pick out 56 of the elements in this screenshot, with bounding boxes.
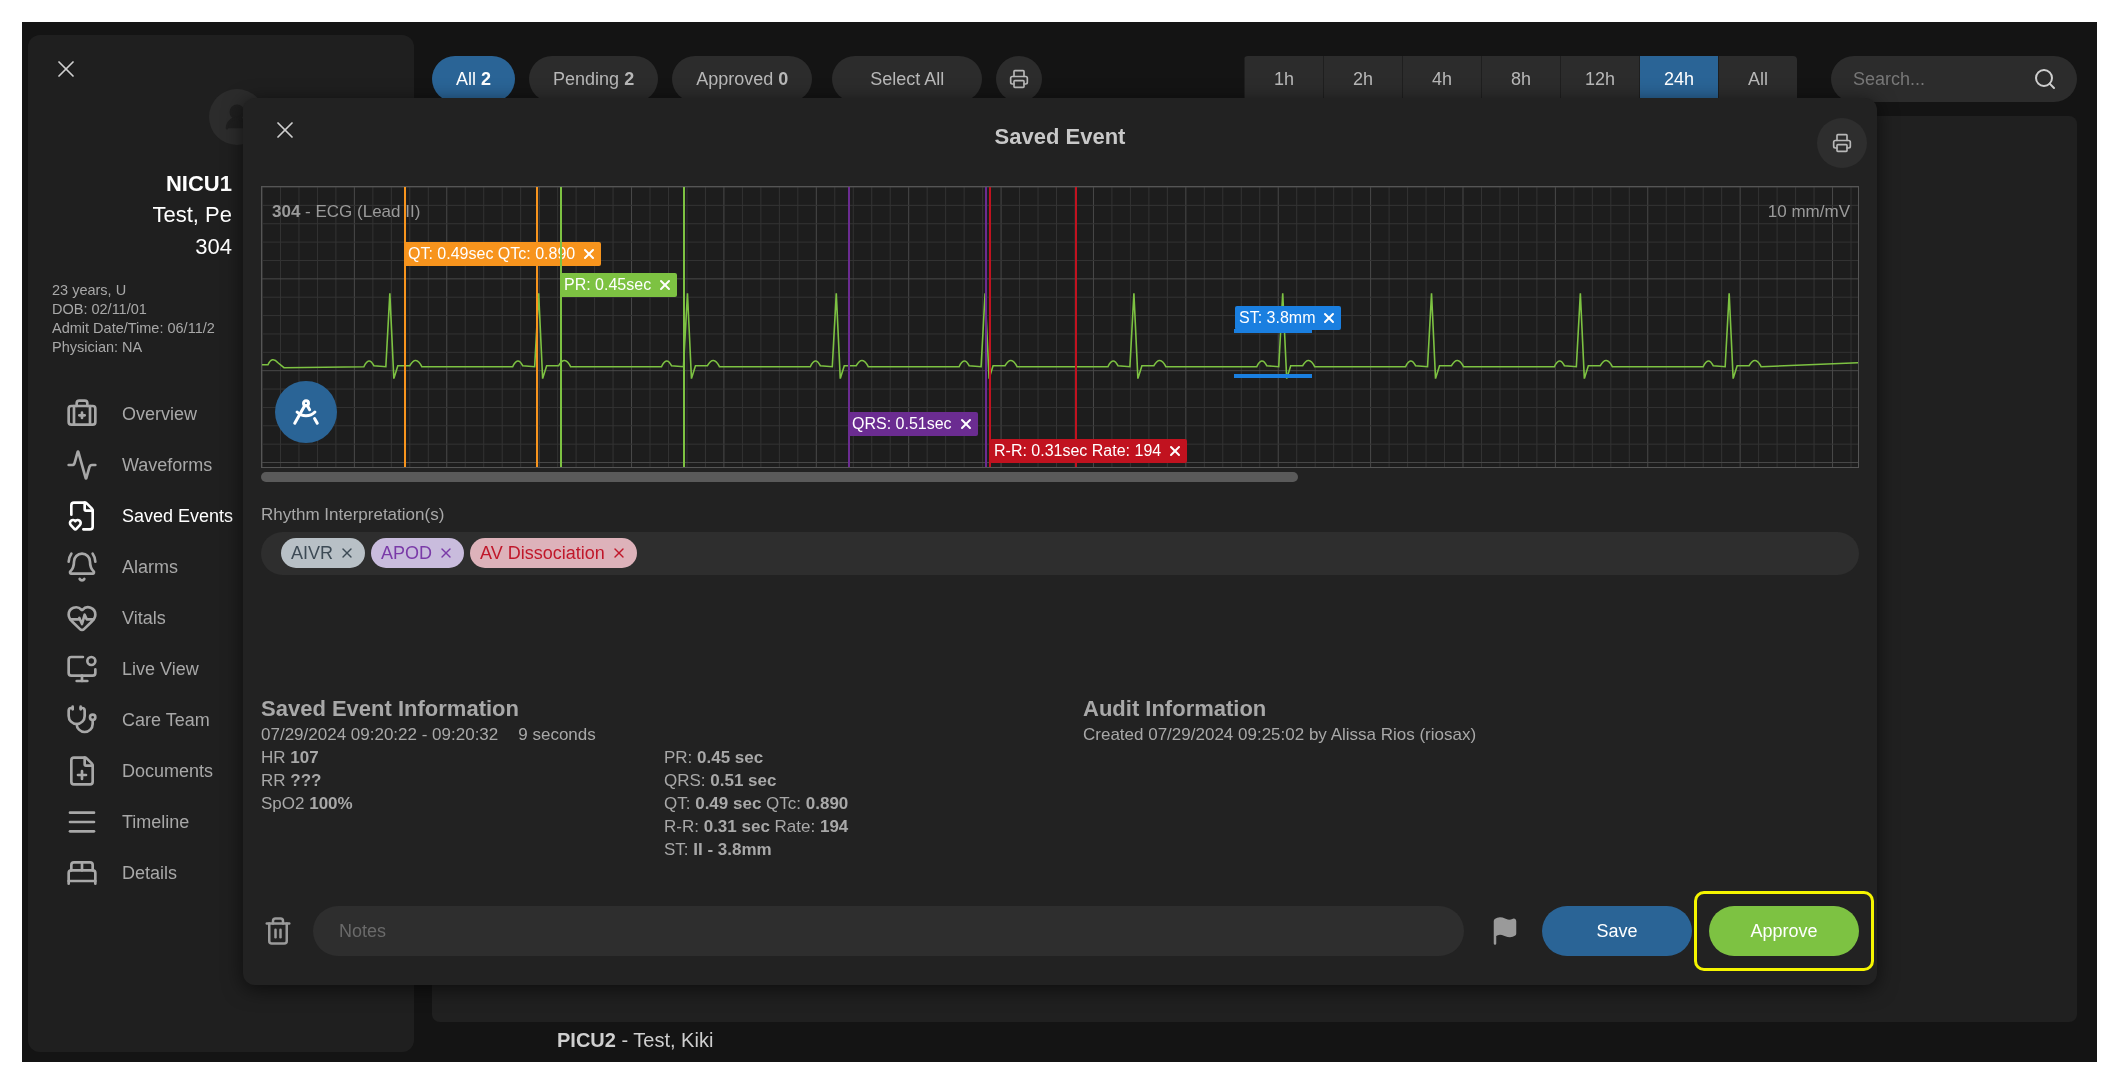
patient-detail: 23 years, U: [52, 281, 127, 300]
measurement-reading: QT: 0.49 sec QTc: 0.890: [664, 792, 849, 815]
rhythm-tag[interactable]: APOD: [371, 538, 465, 568]
nav-item[interactable]: Alarms: [66, 548, 178, 586]
measurement-label: PR: 0.45sec: [560, 273, 678, 297]
nav-item[interactable]: Overview: [66, 395, 197, 433]
measurement-label: ST: 3.8mm: [1235, 306, 1342, 330]
vital-reading: SpO2 100%: [261, 792, 354, 815]
nav-item[interactable]: Care Team: [66, 701, 210, 739]
nav-item[interactable]: Details: [66, 854, 178, 892]
rhythm-label: Rhythm Interpretation(s): [261, 504, 446, 526]
section-heading: Saved Event Information: [261, 694, 520, 723]
vital-reading: HR 107: [261, 746, 320, 769]
event-duration: 9 seconds: [518, 723, 596, 746]
rhythm-tag[interactable]: AIVR: [281, 538, 365, 568]
nav-item[interactable]: Timeline: [66, 803, 190, 841]
save-button[interactable]: Save: [1542, 906, 1692, 956]
search-field[interactable]: Search...: [1831, 56, 2077, 102]
trash-icon[interactable]: [263, 916, 293, 946]
compass-icon: [291, 397, 321, 427]
printer-icon: [1832, 133, 1852, 153]
nav-item[interactable]: Live View: [66, 650, 199, 688]
event-time-range: 07/29/2024 09:20:22 - 09:20:32: [261, 723, 499, 746]
measurement-reading: PR: 0.45 sec: [664, 746, 765, 769]
strip-scale: 10 mm/mV: [1767, 201, 1850, 223]
pulse-icon: [66, 449, 98, 481]
print-button[interactable]: [1817, 118, 1867, 168]
rhythm-field[interactable]: AIVR APOD AV Dissociation: [261, 531, 1859, 575]
room-number: 304: [195, 233, 232, 261]
measurement-reading: ST: II - 3.8mm: [664, 838, 773, 861]
monitor-icon: [66, 653, 98, 685]
nav-item[interactable]: Vitals: [66, 599, 166, 637]
dialog-title: Saved Event: [994, 123, 1126, 151]
section-heading: Audit Information: [1083, 694, 1268, 723]
bell-icon: [66, 551, 98, 583]
patient-name: Test, Pe: [152, 201, 232, 229]
vital-reading: RR ???: [261, 769, 323, 792]
measurement-reading: QRS: 0.51 sec: [664, 769, 778, 792]
measurement-reading: R-R: 0.31 sec Rate: 194: [664, 815, 849, 838]
nav-item[interactable]: Documents: [66, 752, 214, 790]
patient-detail: DOB: 02/11/01: [52, 300, 147, 319]
strip-caption: 304 - ECG (Lead II): [272, 201, 421, 223]
audit-entry: Created 07/29/2024 09:25:02 by Alissa Rios (riosax): [1083, 723, 1477, 746]
patient-detail: Physician: NA: [52, 338, 143, 357]
nav-item[interactable]: Waveforms: [66, 446, 213, 484]
measurement-label: QRS: 0.51sec: [848, 412, 978, 436]
patient-detail: Admit Date/Time: 06/11/2: [52, 319, 215, 338]
list-item-title: PICU2 - Test, Kiki: [557, 1028, 715, 1052]
search-icon: [2033, 67, 2057, 91]
nav-item[interactable]: Saved Events: [66, 497, 234, 535]
printer-icon: [1009, 69, 1030, 89]
measurement-label: R-R: 0.31sec Rate: 194: [990, 439, 1188, 463]
notes-field[interactable]: Notes: [313, 906, 1464, 956]
unit-name: NICU1: [166, 170, 232, 198]
stethoscope-icon: [66, 704, 98, 736]
scrollbar-thumb[interactable]: [261, 472, 1298, 482]
